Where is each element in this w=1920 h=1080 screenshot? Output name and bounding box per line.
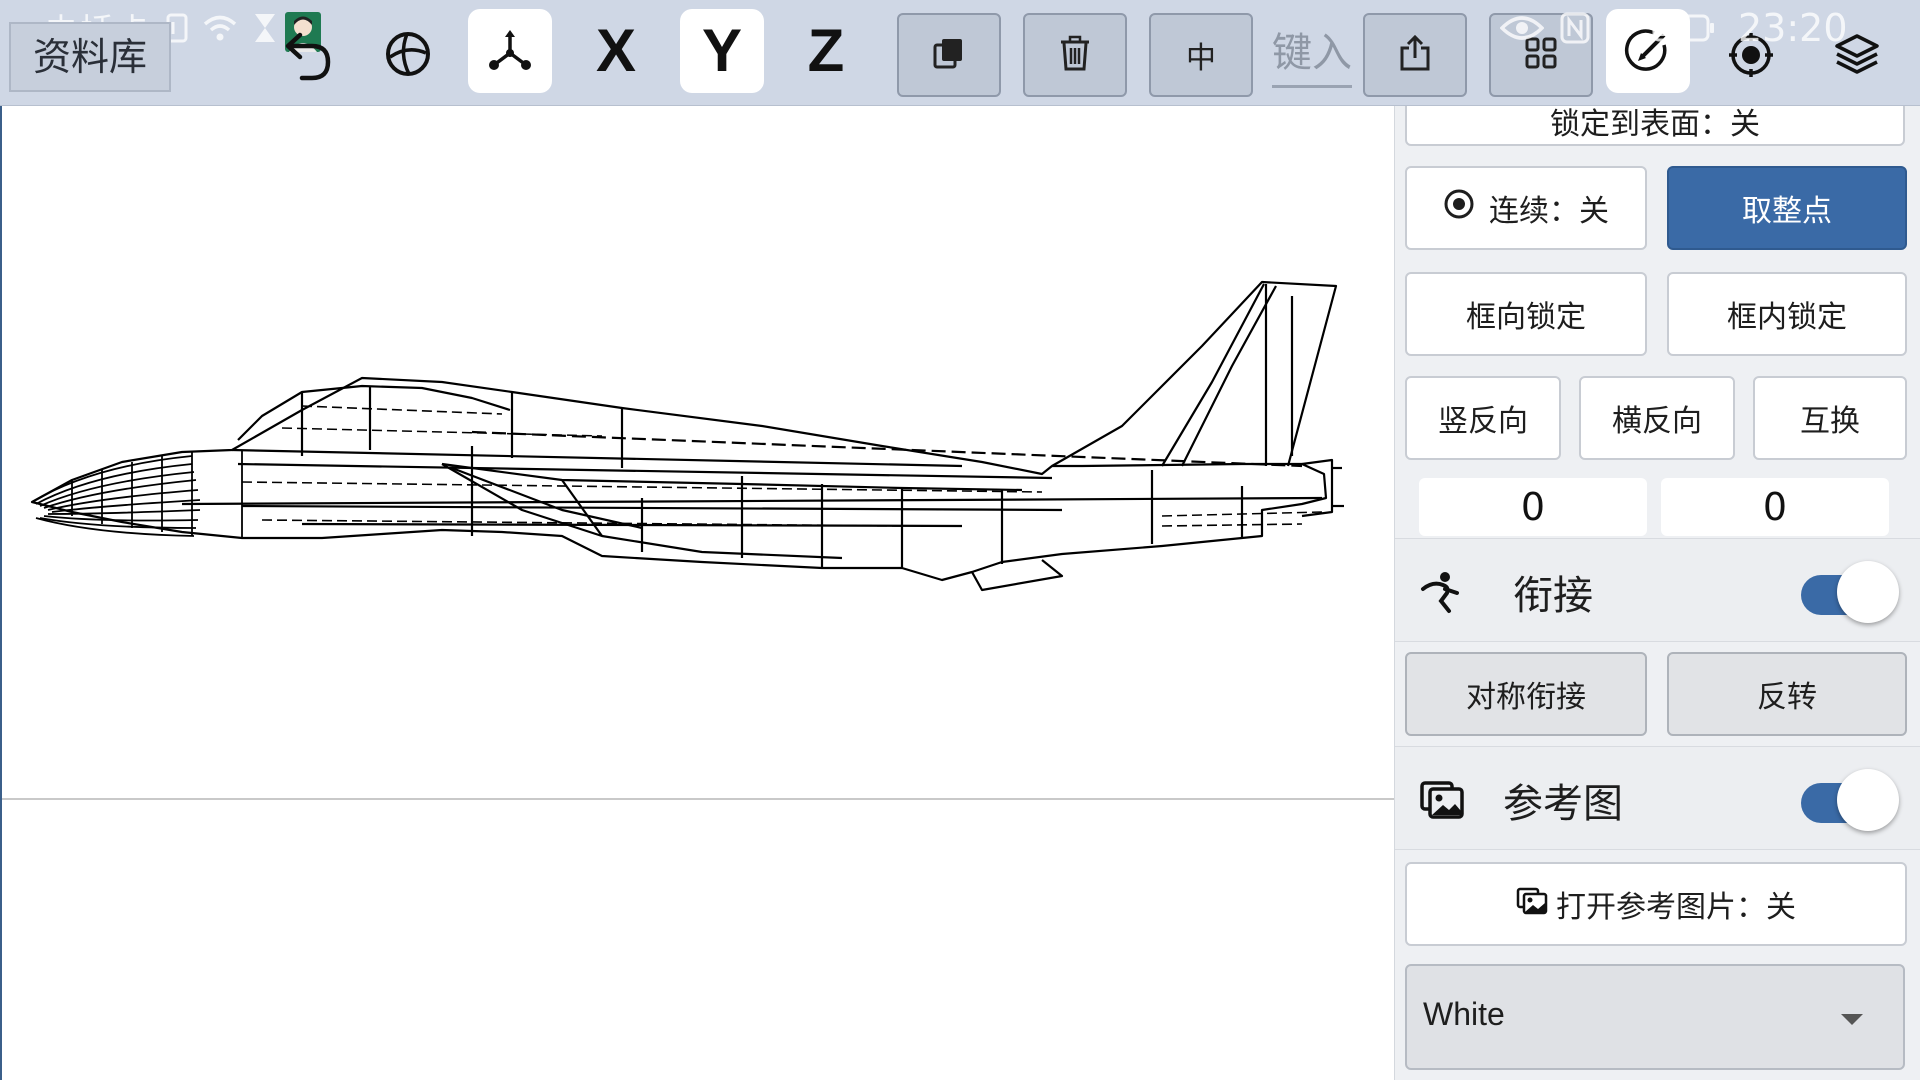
junction-section: 衔接 [1395, 538, 1920, 642]
chevron-down-icon [1839, 1012, 1865, 1032]
app-screen: 未插卡 资料库 X [0, 0, 1920, 1080]
dropdown-value: White [1423, 996, 1505, 1032]
lock-to-surface-button[interactable]: 锁定到表面：关 [1405, 106, 1905, 146]
clock-text: 23:20 [1738, 6, 1848, 50]
reference-image-icon [1419, 775, 1465, 825]
continuous-button[interactable]: 连续：关 [1405, 166, 1647, 250]
axis-y-button[interactable]: Y [680, 9, 764, 93]
properties-panel: 锁定到表面：关 连续：关 取整点 框向锁定 框内锁定 竖反向 横反向 互换 0 … [1394, 106, 1920, 1080]
swap-button[interactable]: 互换 [1753, 376, 1907, 460]
value-field-left[interactable]: 0 [1419, 478, 1647, 536]
undo-icon[interactable] [272, 22, 340, 90]
reference-section: 参考图 [1395, 746, 1920, 850]
axes-icon[interactable] [468, 9, 552, 93]
axis-x-button[interactable]: X [574, 9, 658, 93]
top-toolbar: 未插卡 资料库 X [0, 0, 1920, 106]
open-reference-button[interactable]: 打开参考图片：关 [1405, 862, 1907, 946]
battery-icon [1652, 13, 1716, 43]
frame-inner-lock-button[interactable]: 框内锁定 [1667, 272, 1907, 356]
center-button[interactable]: 中 [1149, 13, 1253, 97]
wifi-icon [202, 13, 238, 43]
aircraft-model[interactable] [2, 106, 1396, 806]
image-icon [1516, 885, 1548, 923]
export-button[interactable] [1363, 13, 1467, 97]
frame-direction-lock-button[interactable]: 框向锁定 [1405, 272, 1647, 356]
mute-icon [1606, 12, 1636, 44]
value-field-right[interactable]: 0 [1661, 478, 1889, 536]
copy-button[interactable] [897, 13, 1001, 97]
horizontal-reverse-button[interactable]: 横反向 [1579, 376, 1735, 460]
status-bar-right: 23:20 [1500, 6, 1848, 50]
snap-to-grid-button[interactable]: 取整点 [1667, 166, 1907, 250]
type-input-button[interactable]: 键入 [1272, 22, 1352, 88]
axis-z-button[interactable]: Z [784, 9, 868, 93]
nfc-icon [1560, 12, 1590, 44]
junction-icon [1419, 567, 1467, 619]
junction-title: 衔接 [1513, 573, 1593, 619]
delete-button[interactable] [1023, 13, 1127, 97]
reverse-button[interactable]: 反转 [1667, 652, 1907, 736]
vertical-reverse-button[interactable]: 竖反向 [1405, 376, 1561, 460]
reference-toggle[interactable] [1801, 769, 1899, 831]
library-button[interactable]: 资料库 [9, 22, 171, 92]
export-icon [1397, 34, 1433, 76]
copy-icon [931, 35, 967, 75]
background-color-select[interactable]: White [1405, 964, 1905, 1070]
reference-title: 参考图 [1503, 781, 1623, 827]
radio-icon [1443, 188, 1475, 228]
globe-icon[interactable] [376, 22, 440, 86]
viewport-canvas[interactable] [0, 106, 1394, 1080]
trash-icon [1058, 35, 1092, 75]
junction-toggle[interactable] [1801, 561, 1899, 623]
eye-icon [1500, 14, 1544, 42]
symmetric-junction-button[interactable]: 对称衔接 [1405, 652, 1647, 736]
